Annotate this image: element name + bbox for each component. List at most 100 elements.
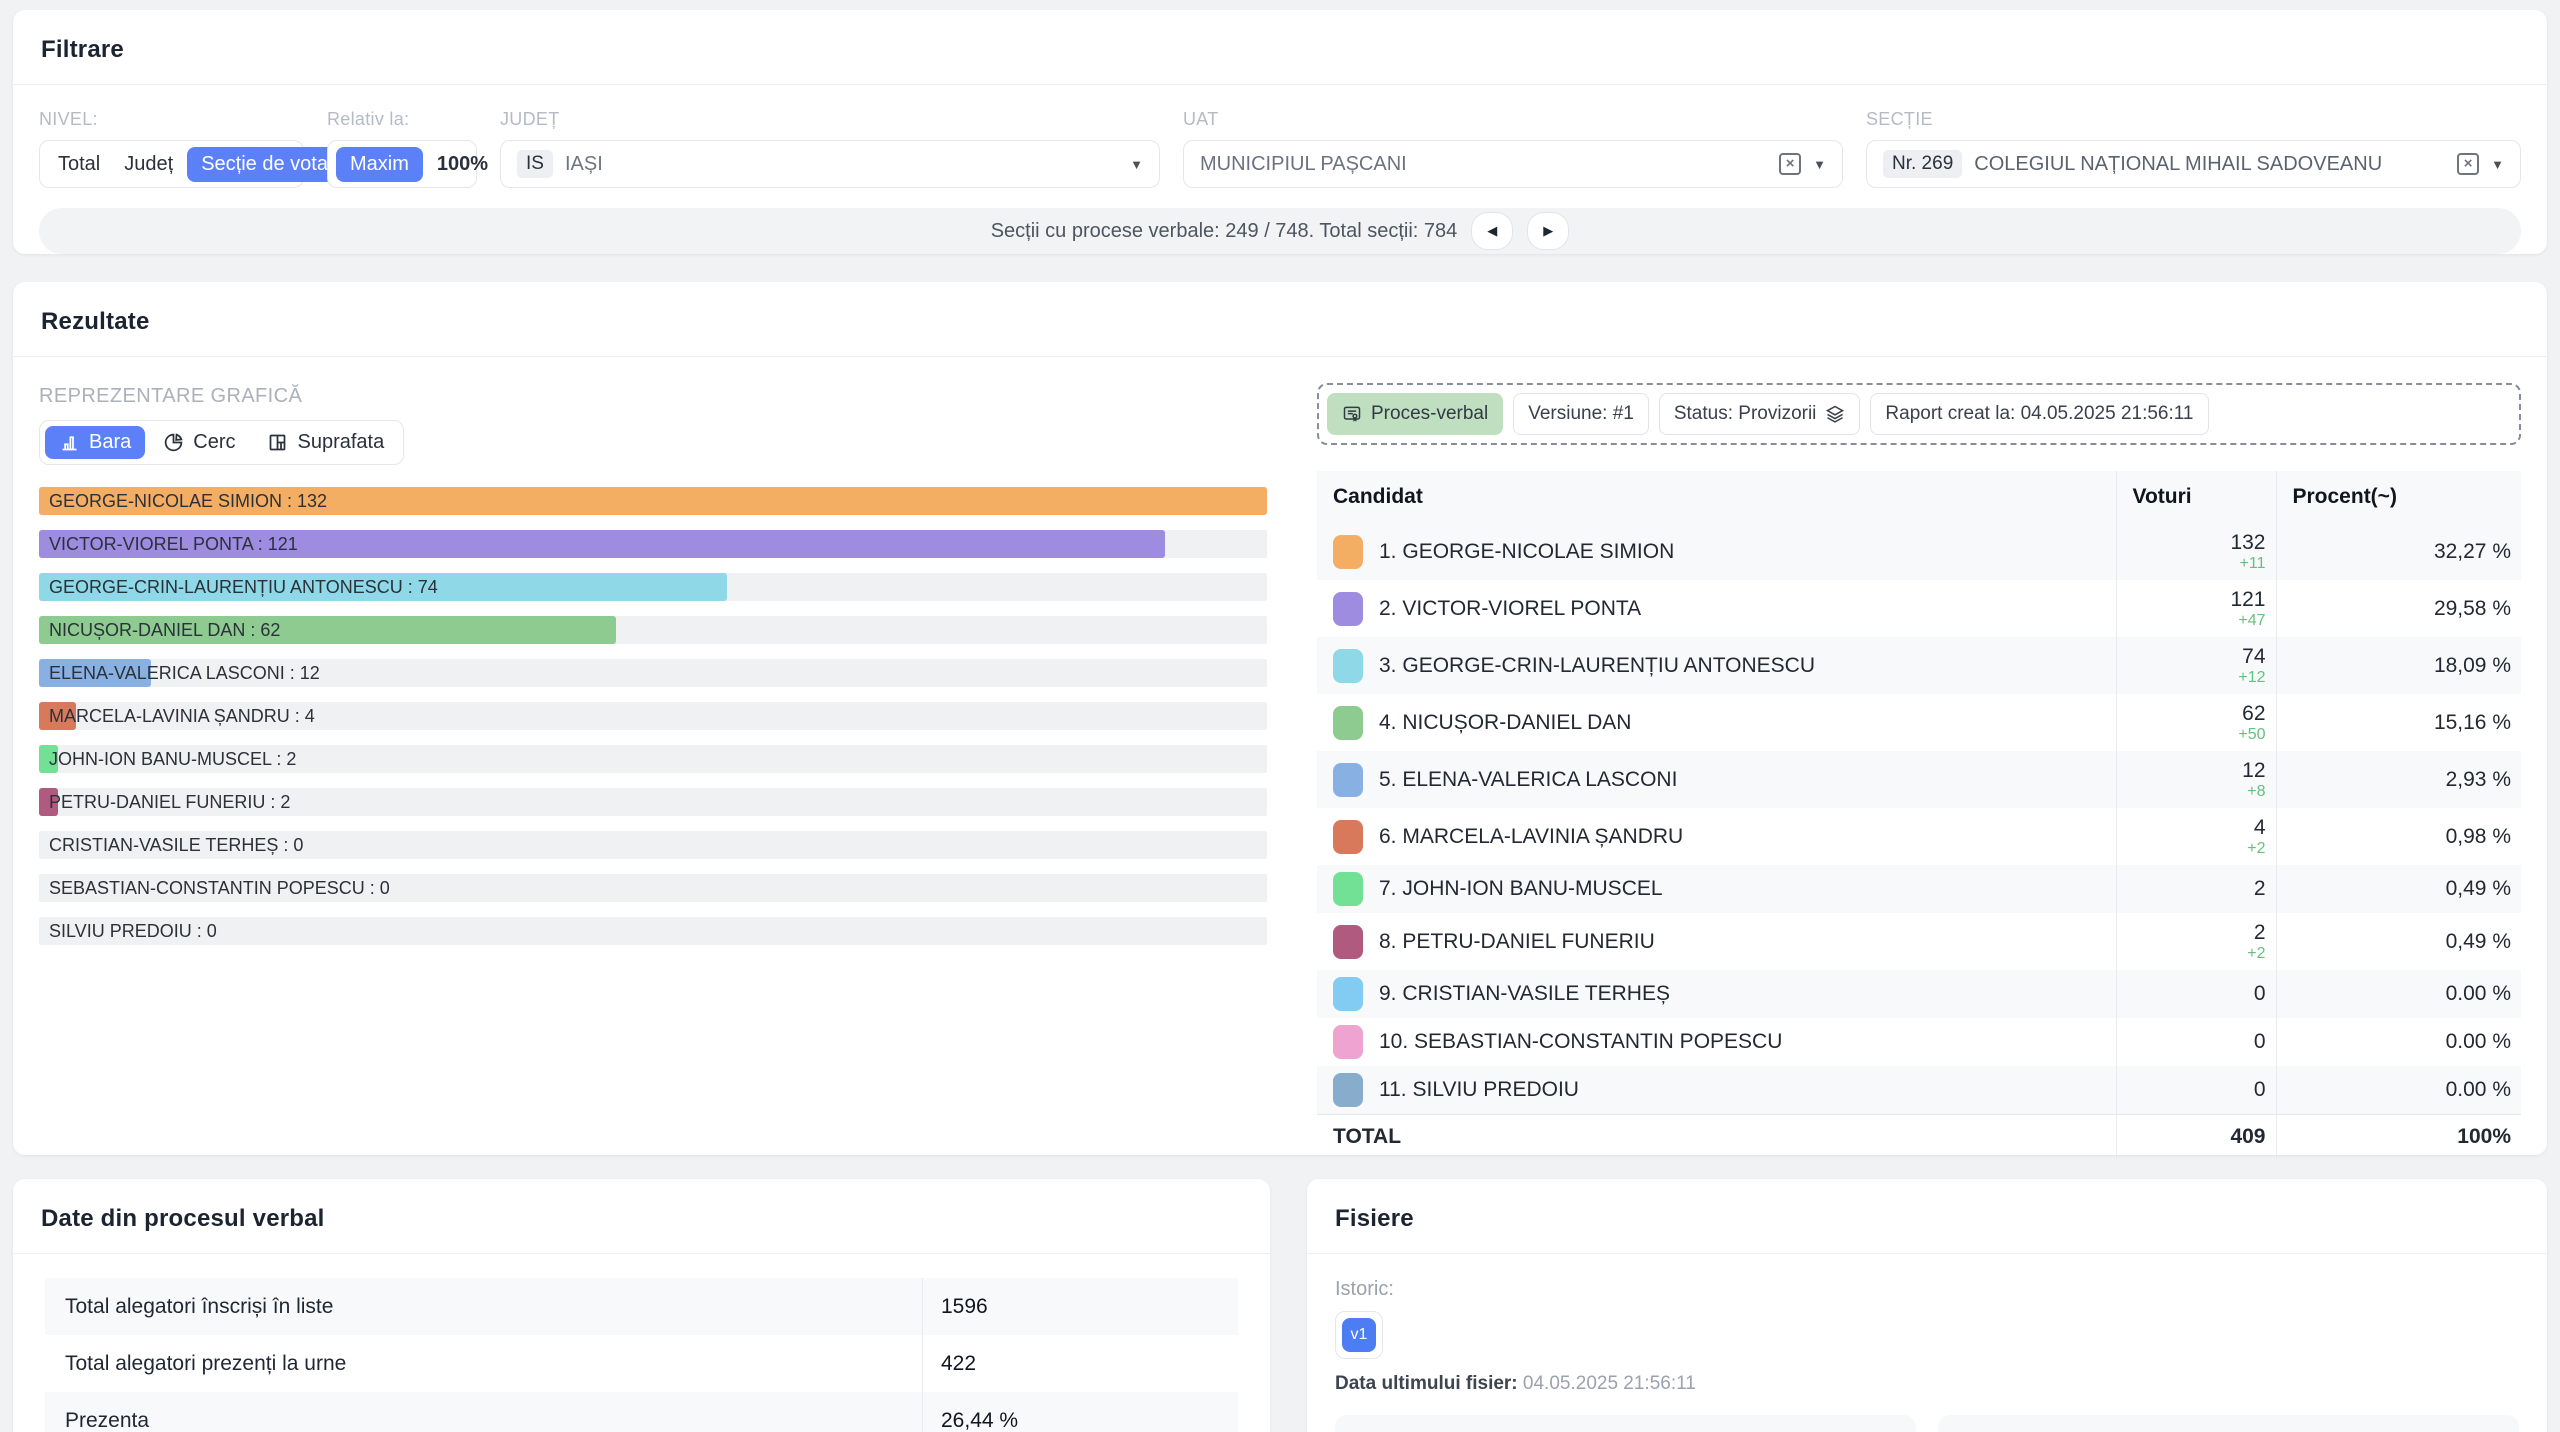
chart-panel: REPREZENTARE GRAFICĂ Bara Cerc Suprafata…	[39, 383, 1267, 1160]
files-title: Fisiere	[1335, 1205, 1414, 1232]
relativ-option-maxim[interactable]: Maxim	[336, 146, 423, 182]
results-card: Rezultate REPREZENTARE GRAFICĂ Bara Cerc…	[13, 282, 2547, 1160]
table-row: 3. GEORGE-CRIN-LAURENȚIU ANTONESCU 74 +12…	[1317, 637, 2521, 694]
table-row: Total alegatori înscriși în liste 1596	[45, 1278, 1238, 1335]
bar-row: SILVIU PREDOIU : 0	[39, 917, 1267, 945]
pie-chart-icon	[165, 433, 183, 452]
results-title: Rezultate	[41, 308, 150, 335]
relativ-option-100[interactable]: 100%	[427, 147, 498, 182]
bar-row: JOHN-ION BANU-MUSCEL : 2	[39, 745, 1267, 773]
istoric-label: Istoric:	[1335, 1278, 1394, 1300]
sectie-label: SECȚIE	[1866, 109, 1933, 129]
table-row: 5. ELENA-VALERICA LASCONI 12 +8 2,93 %	[1317, 751, 2521, 808]
candidate-color-swatch	[1333, 705, 1363, 740]
bar-row: SEBASTIAN-CONSTANTIN POPESCU : 0	[39, 874, 1267, 902]
table-row: 4. NICUȘOR-DANIEL DAN 62 +50 15,16 %	[1317, 694, 2521, 751]
table-row: 9. CRISTIAN-VASILE TERHEȘ 0 0.00 %	[1317, 970, 2521, 1018]
bar-row: ELENA-VALERICA LASCONI : 12	[39, 659, 1267, 687]
uat-label: UAT	[1183, 109, 1219, 129]
candidate-color-swatch	[1333, 924, 1363, 959]
candidate-color-swatch	[1333, 1025, 1363, 1059]
bar-row: VICTOR-VIOREL PONTA : 121	[39, 530, 1267, 558]
file-tile: PDF pv_sv_is_269_prsd_t_20250504_215210.…	[1335, 1415, 1916, 1432]
sectie-value: COLEGIUL NAȚIONAL MIHAIL SADOVEANU	[1974, 152, 2383, 175]
raport-chip: Raport creat la: 04.05.2025 21:56:11	[1870, 393, 2209, 435]
col-voturi: Voturi	[2115, 471, 2276, 523]
files-card: Fisiere Istoric: v1 Data ultimului fisie…	[1307, 1179, 2547, 1432]
table-row: 1. GEORGE-NICOLAE SIMION 132 +11 32,27 %	[1317, 523, 2521, 580]
chart-type-tabs: Bara Cerc Suprafata	[39, 420, 405, 465]
table-row: 7. JOHN-ION BANU-MUSCEL 2 0,49 %	[1317, 865, 2521, 913]
chevron-down-icon[interactable]: ▼	[1813, 157, 1826, 172]
table-header-row: Candidat Voturi Procent(~)	[1317, 471, 2521, 523]
judet-value: IAȘI	[564, 152, 603, 175]
table-row: 6. MARCELA-LAVINIA ȘANDRU 4 +2 0,98 %	[1317, 808, 2521, 865]
uat-select[interactable]: MUNICIPIUL PAȘCANI × ▼	[1183, 140, 1843, 188]
table-row: Total alegatori prezenți la urne 422	[45, 1335, 1238, 1392]
proces-verbal-button[interactable]: Proces-verbal	[1327, 393, 1504, 435]
status-chip: Status: Provizorii	[1658, 393, 1861, 435]
candidate-color-swatch	[1333, 872, 1363, 906]
last-file-timestamp: 04.05.2025 21:56:11	[1522, 1373, 1696, 1394]
clear-icon[interactable]: ×	[2457, 153, 2480, 175]
versiune-chip[interactable]: Versiune: #1	[1513, 393, 1649, 435]
layers-icon	[1826, 405, 1845, 423]
chevron-down-icon[interactable]: ▼	[2491, 157, 2504, 172]
proces-verbal-toolbar: Proces-verbal Versiune: #1 Status: Provi…	[1317, 383, 2521, 445]
bar-chart: GEORGE-NICOLAE SIMION : 132 VICTOR-VIORE…	[39, 487, 1267, 945]
treemap-icon	[270, 434, 286, 451]
candidate-color-swatch	[1333, 819, 1363, 854]
tab-bara[interactable]: Bara	[45, 426, 146, 459]
chart-section-label: REPREZENTARE GRAFICĂ	[39, 385, 303, 407]
results-table-panel: Proces-verbal Versiune: #1 Status: Provi…	[1317, 383, 2521, 1160]
bar-row: NICUȘOR-DANIEL DAN : 62	[39, 616, 1267, 644]
relativ-label: Relativ la:	[327, 109, 410, 129]
candidate-color-swatch	[1333, 762, 1363, 797]
tab-cerc[interactable]: Cerc	[149, 426, 249, 459]
pv-data-card: Date din procesul verbal Total alegatori…	[13, 1179, 1270, 1432]
table-row: Prezenta 26,44 %	[45, 1392, 1238, 1432]
col-candidat: Candidat	[1317, 471, 2116, 523]
uat-value: MUNICIPIUL PAȘCANI	[1200, 152, 1407, 175]
relativ-group: Maxim 100%	[327, 140, 488, 188]
last-file-label: Data ultimului fisier:	[1335, 1373, 1518, 1394]
nivel-option-judet[interactable]: Județ	[114, 147, 183, 182]
candidate-color-swatch	[1333, 591, 1363, 626]
filter-card: Filtrare NIVEL: Total Județ Secție de vo…	[13, 10, 2547, 254]
bar-chart-icon	[62, 436, 77, 451]
sectie-number-badge: Nr. 269	[1883, 150, 1963, 178]
candidate-color-swatch	[1333, 1072, 1363, 1107]
chevron-down-icon[interactable]: ▼	[1130, 157, 1143, 172]
sections-status-text: Secții cu procese verbale: 249 / 748. To…	[990, 219, 1458, 242]
table-row: 11. SILVIU PREDOIU 0 0.00 %	[1317, 1066, 2521, 1114]
judet-code-badge: IS	[517, 150, 553, 178]
prev-section-button[interactable]: ◀	[1471, 212, 1514, 250]
table-row: 2. VICTOR-VIOREL PONTA 121 +47 29,58 %	[1317, 580, 2521, 637]
judet-select[interactable]: IS IAȘI ▼	[500, 140, 1160, 188]
bar-row: PETRU-DANIEL FUNERIU : 2	[39, 788, 1267, 816]
nivel-label: NIVEL:	[39, 109, 98, 129]
col-procent: Procent(~)	[2275, 471, 2521, 523]
pv-data-table: Total alegatori înscriși în liste 1596 T…	[45, 1278, 1238, 1432]
clear-icon[interactable]: ×	[1779, 153, 1802, 175]
candidate-color-swatch	[1333, 648, 1363, 683]
version-badge[interactable]: v1	[1342, 1318, 1376, 1352]
sectie-select[interactable]: Nr. 269 COLEGIUL NAȚIONAL MIHAIL SADOVEA…	[1866, 140, 2521, 188]
table-row: 8. PETRU-DANIEL FUNERIU 2 +2 0,49 %	[1317, 913, 2521, 970]
candidate-color-swatch	[1333, 977, 1363, 1011]
bar-row: MARCELA-LAVINIA ȘANDRU : 4	[39, 702, 1267, 730]
bar-row: GEORGE-CRIN-LAURENȚIU ANTONESCU : 74	[39, 573, 1267, 601]
candidate-color-swatch	[1333, 534, 1363, 569]
judet-label: JUDEȚ	[500, 109, 560, 129]
pv-data-title: Date din procesul verbal	[41, 1205, 325, 1232]
tab-suprafata[interactable]: Suprafata	[253, 426, 398, 459]
nivel-group: Total Județ Secție de votare	[39, 140, 360, 188]
results-table: Candidat Voturi Procent(~) 1. GEORGE-NIC…	[1317, 471, 2521, 1160]
bar-row: GEORGE-NICOLAE SIMION : 132	[39, 487, 1267, 515]
certificate-icon	[1343, 406, 1361, 422]
table-total-row: TOTAL 409 100%	[1317, 1113, 2521, 1160]
filter-title: Filtrare	[41, 36, 124, 63]
sections-status-bar: Secții cu procese verbale: 249 / 748. To…	[39, 208, 2521, 254]
next-section-button[interactable]: ▶	[1527, 212, 1570, 250]
nivel-option-total[interactable]: Total	[48, 147, 110, 182]
